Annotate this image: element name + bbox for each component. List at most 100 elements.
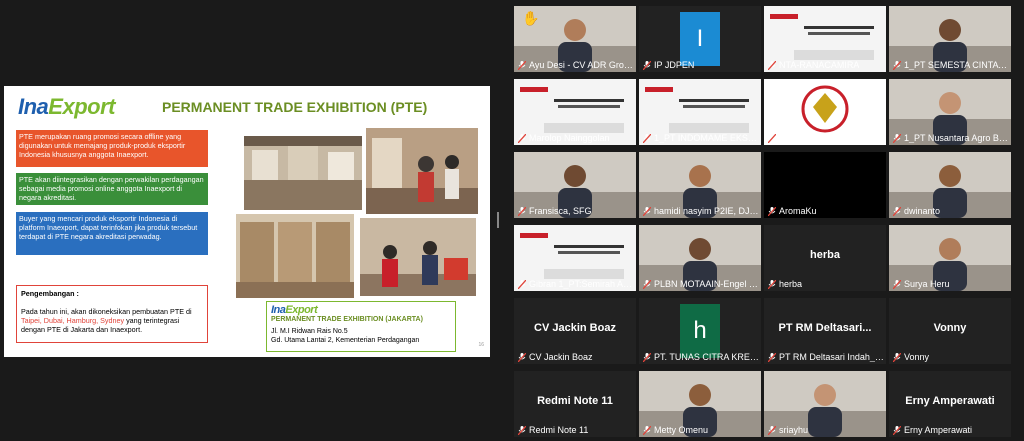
- exhibition-photo-4: [360, 218, 476, 296]
- participant-display-name: herba: [810, 249, 840, 261]
- participant-tile[interactable]: 1_PT Nusantara Agro Be...: [889, 79, 1011, 145]
- participant-name: Surya Heru: [893, 279, 1009, 289]
- participant-name: 1_PT Nusantara Agro Be...: [893, 133, 1009, 143]
- divider-handle-icon[interactable]: [497, 212, 499, 228]
- participant-tile[interactable]: NTA-RANACAMIRA: [764, 6, 886, 72]
- slide-page-number: 16: [478, 342, 484, 348]
- participant-name: Marolop Nainggolan: [518, 133, 634, 143]
- info-box-orange: PTE merupakan ruang promosi secara offli…: [16, 130, 208, 167]
- jakarta-address: Jl. M.I Ridwan Rais No.5 Gd. Utama Lantai…: [271, 328, 420, 344]
- mic-muted-icon: [768, 206, 777, 216]
- mic-muted-icon: [768, 133, 777, 143]
- participant-name: NTA-RANACAMIRA: [768, 60, 884, 70]
- mic-muted-icon: [643, 352, 652, 362]
- info-box-green: PTE akan diintegrasikan dengan perwakila…: [16, 173, 208, 205]
- info-box-blue: Buyer yang mencari produk eksportir Indo…: [16, 212, 208, 255]
- jakarta-pte-title: PERMANENT TRADE EXHIBITION (JAKARTA): [271, 316, 423, 323]
- jakarta-pte-box: InaExport PERMANENT TRADE EXHIBITION (JA…: [266, 301, 456, 352]
- participant-tile[interactable]: Marolop Nainggolan: [514, 79, 636, 145]
- participant-display-name: Vonny: [933, 322, 967, 334]
- participant-tile[interactable]: PLBN MOTAAIN-Engel Kl...: [639, 225, 761, 291]
- participant-tile[interactable]: 1_PT SEMESTA CINTA DI...: [889, 6, 1011, 72]
- participant-tile[interactable]: Vonny Vonny: [889, 298, 1011, 364]
- exhibition-photo-3: [236, 214, 354, 298]
- participant-display-name: Redmi Note 11: [537, 395, 613, 407]
- mic-muted-icon: [893, 279, 902, 289]
- participant-tile[interactable]: h PT. TUNAS CITRA KREAS...: [639, 298, 761, 364]
- participant-name: herba: [768, 279, 884, 289]
- mic-muted-icon: [518, 60, 527, 70]
- slide-title: PERMANENT TRADE EXHIBITION (PTE): [162, 99, 428, 115]
- participant-name: PLBN MOTAAIN-Engel Kl...: [643, 279, 759, 289]
- participant-name: PT RM Deltasari Indah_A...: [768, 352, 884, 362]
- participant-tile[interactable]: Surya Heru: [889, 225, 1011, 291]
- participant-name: 1_PT SEMESTA CINTA DI...: [893, 60, 1009, 70]
- mic-muted-icon: [643, 133, 652, 143]
- participant-name: Gibran 1_PT:Semirah Ag...: [518, 279, 634, 289]
- participant-name: sriayhu: [768, 425, 884, 435]
- development-box: Pengembangan : Pada tahun ini, akan diko…: [16, 285, 208, 343]
- participant-initial: h: [680, 304, 720, 358]
- participant-tile[interactable]: 1_PT INDOMAME EKSP...: [639, 79, 761, 145]
- mic-muted-icon: [768, 279, 777, 289]
- participant-tile[interactable]: P.F EKONOMI KBRI DILI: [764, 79, 886, 145]
- participant-name: Erny Amperawati: [893, 425, 1009, 435]
- mic-muted-icon: [768, 425, 777, 435]
- participant-name: CV Jackin Boaz: [518, 352, 634, 362]
- participant-tile[interactable]: ✋ Ayu Desi - CV ADR Grou...: [514, 6, 636, 72]
- inaexport-logo: InaExport: [18, 94, 115, 119]
- mic-muted-icon: [643, 206, 652, 216]
- participant-name: Metty Omenu: [643, 425, 759, 435]
- presentation-slide: InaExport PERMANENT TRADE EXHIBITION (PT…: [4, 86, 490, 357]
- mic-muted-icon: [893, 425, 902, 435]
- inaexport-logo-small: InaExport: [271, 304, 318, 316]
- participant-name: P.F EKONOMI KBRI DILI: [768, 133, 884, 143]
- mic-muted-icon: [518, 206, 527, 216]
- participant-tile[interactable]: I IP JDPEN: [639, 6, 761, 72]
- mic-muted-icon: [518, 279, 527, 289]
- participant-name: Vonny: [893, 352, 1009, 362]
- participant-name: dwinanto: [893, 206, 1009, 216]
- participant-display-name: Erny Amperawati: [905, 395, 995, 407]
- participant-tile[interactable]: CV Jackin Boaz CV Jackin Boaz: [514, 298, 636, 364]
- participant-tile[interactable]: sriayhu: [764, 371, 886, 437]
- development-text: Pada tahun ini, akan dikoneksikan pembua…: [21, 307, 192, 334]
- mic-muted-icon: [643, 60, 652, 70]
- participant-tile[interactable]: hamidi nasyim P2IE, DJPEN: [639, 152, 761, 218]
- exhibition-photo-1: [244, 136, 362, 210]
- exhibition-photo-2: [366, 128, 478, 214]
- participant-display-name: CV Jackin Boaz: [534, 322, 616, 334]
- development-title: Pengembangan :: [21, 289, 79, 298]
- participant-tile[interactable]: dwinanto: [889, 152, 1011, 218]
- participant-tile[interactable]: AromaKu: [764, 152, 886, 218]
- participant-name: IP JDPEN: [643, 60, 759, 70]
- raised-hand-icon: ✋: [522, 10, 540, 26]
- mic-muted-icon: [518, 425, 527, 435]
- split-divider[interactable]: [493, 0, 503, 441]
- participant-display-name: PT RM Deltasari...: [778, 322, 872, 334]
- participant-tile[interactable]: Redmi Note 11 Redmi Note 11: [514, 371, 636, 437]
- zoom-meeting-window: InaExport PERMANENT TRADE EXHIBITION (PT…: [0, 0, 1024, 441]
- mic-muted-icon: [893, 133, 902, 143]
- participant-tile[interactable]: Gibran 1_PT:Semirah Ag...: [514, 225, 636, 291]
- participant-gallery: ✋ Ayu Desi - CV ADR Grou... I IP JDPEN NTA-R…: [510, 6, 1024, 441]
- mic-muted-icon: [768, 60, 777, 70]
- participant-name: Fransisca, SFG: [518, 206, 634, 216]
- participant-initial: I: [680, 12, 720, 66]
- mic-muted-icon: [893, 60, 902, 70]
- participant-tile[interactable]: PT RM Deltasari... PT RM Deltasari Indah_…: [764, 298, 886, 364]
- participant-name: AromaKu: [768, 206, 884, 216]
- mic-muted-icon: [893, 352, 902, 362]
- mic-muted-icon: [768, 352, 777, 362]
- participant-name: PT. TUNAS CITRA KREAS...: [643, 352, 759, 362]
- participant-tile[interactable]: herba herba: [764, 225, 886, 291]
- participant-tile[interactable]: Metty Omenu: [639, 371, 761, 437]
- participant-name: 1_PT INDOMAME EKSP...: [643, 133, 759, 143]
- mic-muted-icon: [643, 279, 652, 289]
- participant-name: Redmi Note 11: [518, 425, 634, 435]
- participant-tile[interactable]: Fransisca, SFG: [514, 152, 636, 218]
- mic-muted-icon: [643, 425, 652, 435]
- participant-tile[interactable]: Erny Amperawati Erny Amperawati: [889, 371, 1011, 437]
- participant-name: Ayu Desi - CV ADR Grou...: [518, 60, 634, 70]
- participant-name: hamidi nasyim P2IE, DJPEN: [643, 206, 759, 216]
